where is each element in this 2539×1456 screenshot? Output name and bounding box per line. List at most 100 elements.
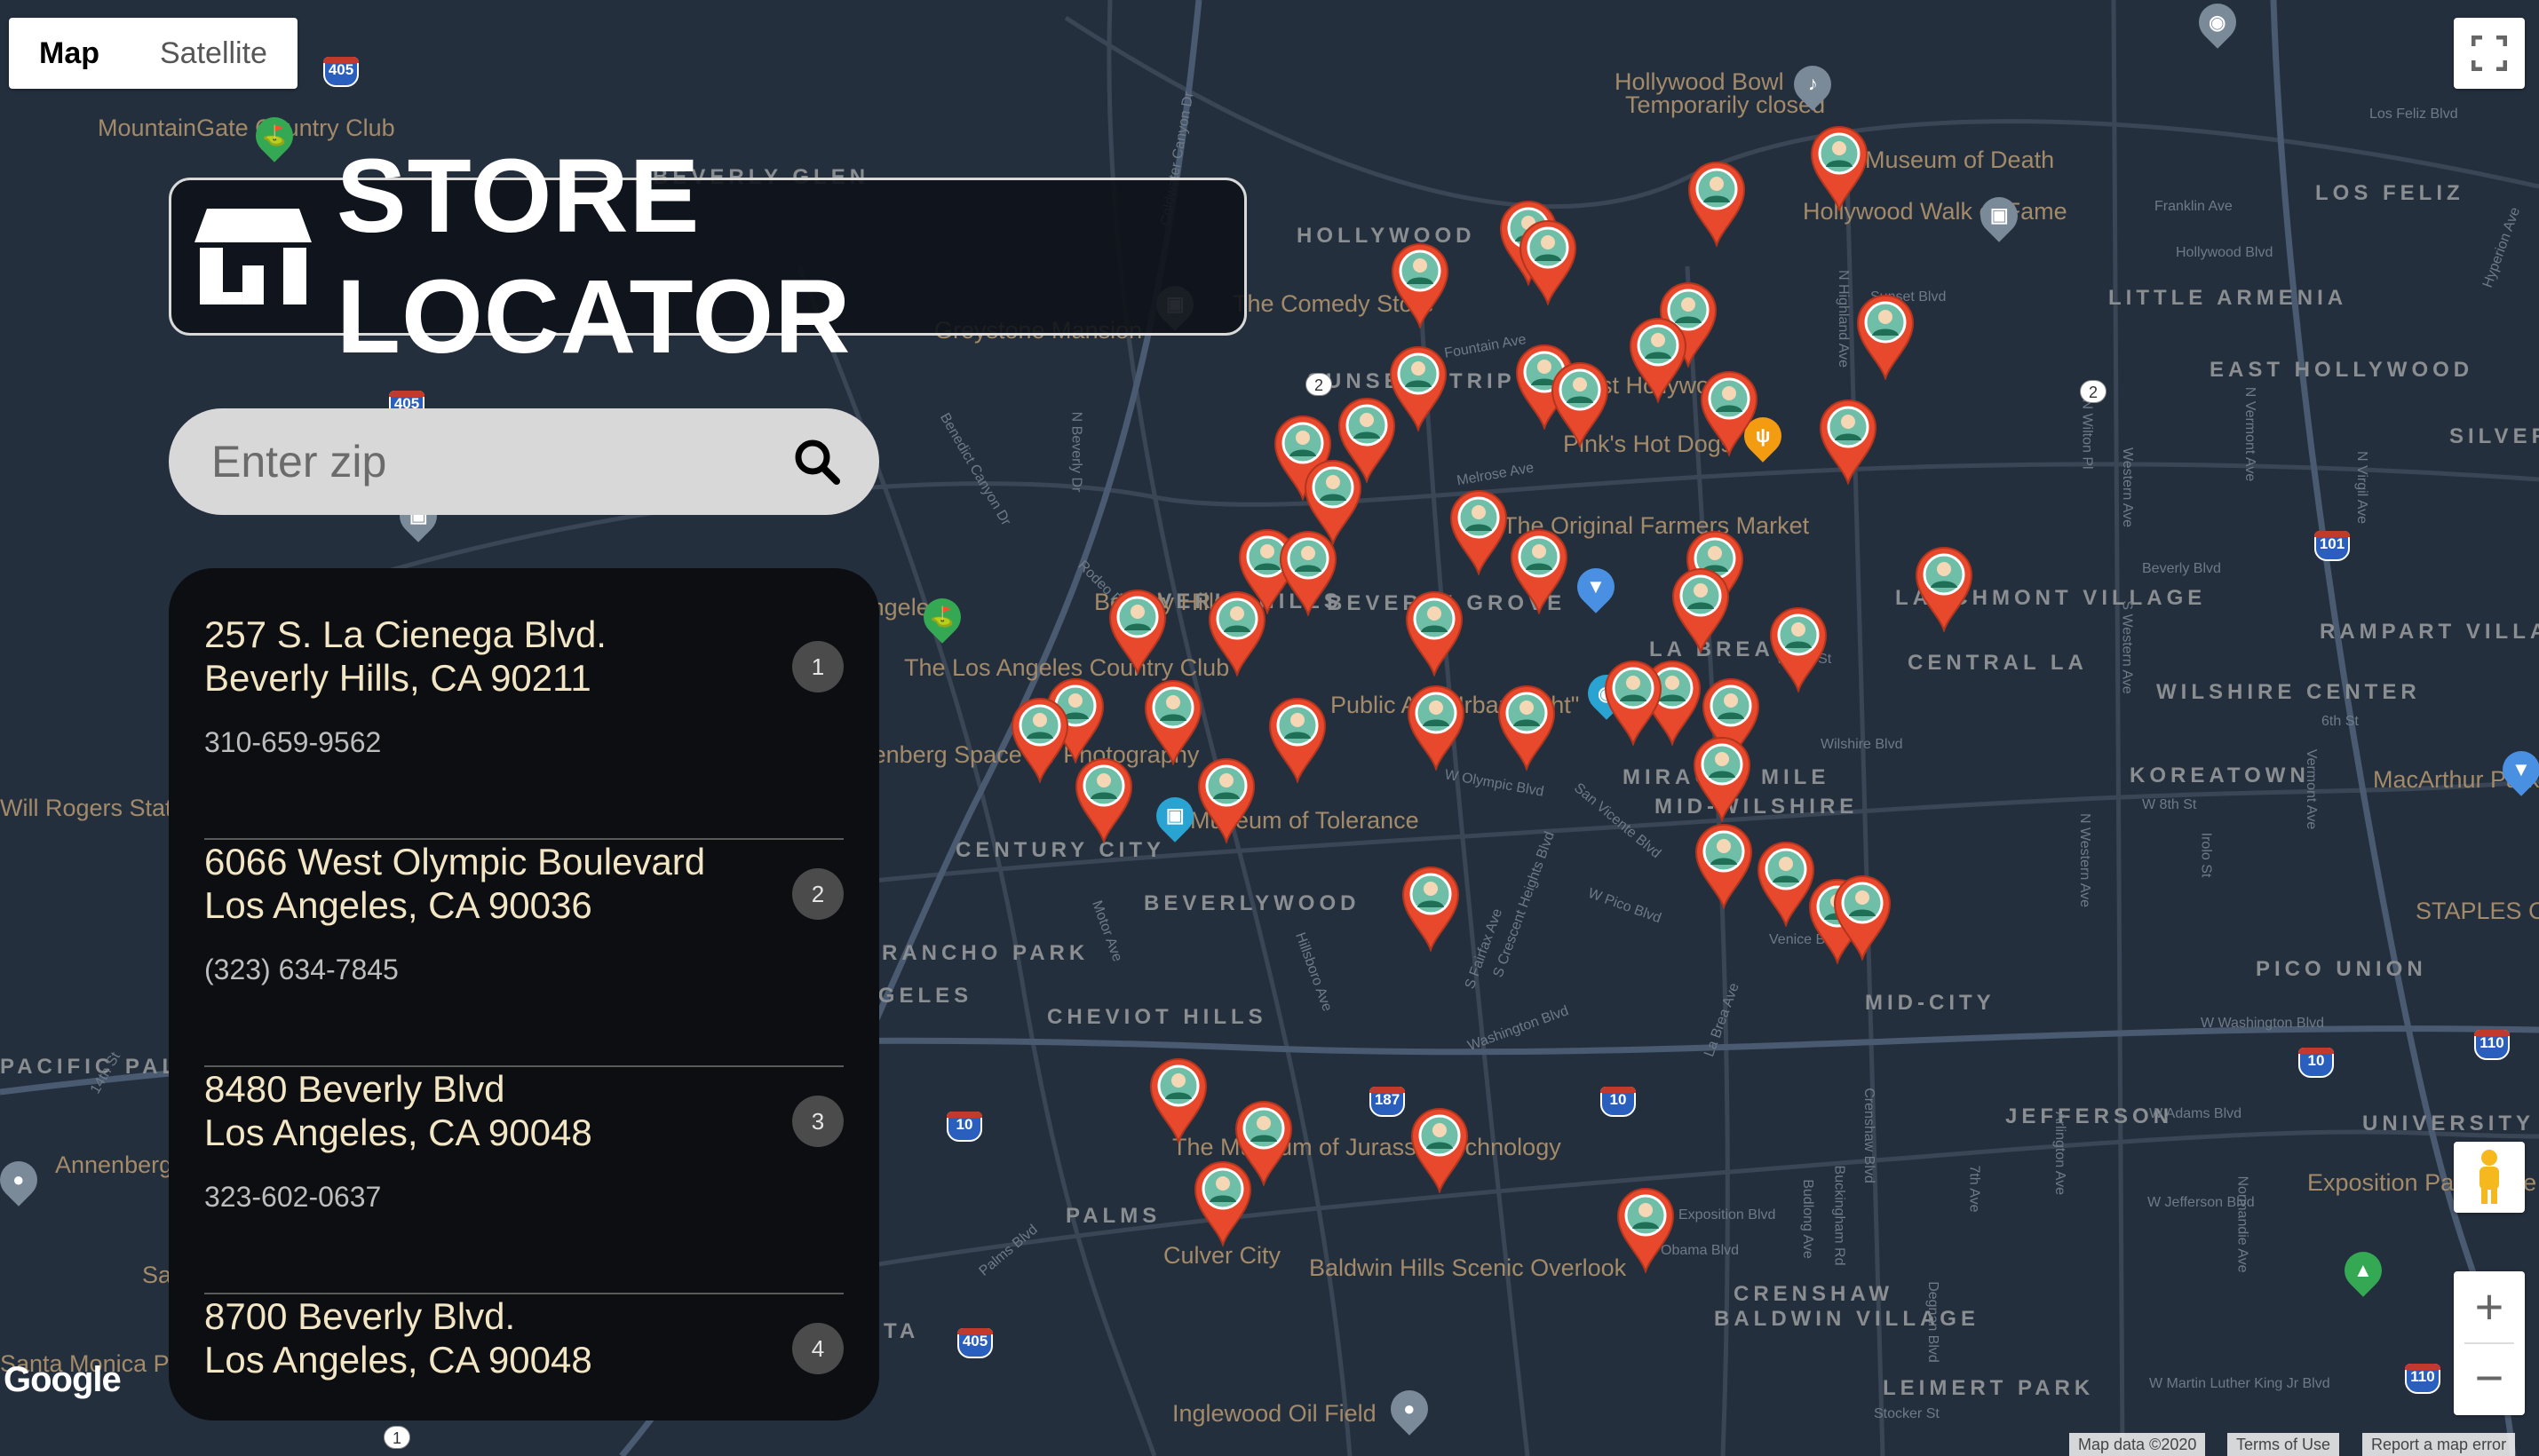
neighborhood-label: UNIVERSITY PARK (2362, 1112, 2539, 1136)
store-map-pin[interactable] (1854, 291, 1916, 380)
route-number-badge: 2 (2080, 380, 2107, 403)
street-label: Degnan Blvd (1924, 1281, 1940, 1363)
neighborhood-label: WILSHIRE CENTER (2156, 680, 2421, 704)
store-map-pin[interactable] (1767, 604, 1829, 692)
street-label: W 8th St (2142, 797, 2197, 812)
store-map-pin[interactable] (1615, 1184, 1677, 1273)
store-map-pin[interactable] (1686, 158, 1748, 247)
store-map-pin[interactable] (1408, 1104, 1471, 1193)
street-label: N Vermont Ave (2242, 386, 2258, 482)
zoom-in-button[interactable]: + (2475, 1271, 2504, 1342)
store-phone: 323-602-0637 (204, 1181, 382, 1213)
store-map-pin[interactable] (1517, 217, 1579, 305)
street-label: Exposition Blvd (1678, 1207, 1776, 1223)
store-address: 8480 Beverly Blvd Los Angeles, CA 90048 (204, 1068, 592, 1153)
zoom-out-button[interactable]: − (2475, 1344, 2504, 1415)
street-label: Hollywood Blvd (2176, 245, 2273, 260)
street-label: W Adams Blvd (2149, 1106, 2242, 1121)
store-map-pin[interactable] (1691, 733, 1753, 822)
store-map-pin[interactable] (1389, 240, 1451, 328)
street-label: N Highland Ave (1836, 270, 1851, 368)
google-logo: Google (4, 1360, 122, 1399)
fullscreen-icon (2472, 36, 2507, 71)
store-map-pin[interactable] (1405, 682, 1467, 771)
search-icon[interactable] (792, 437, 842, 487)
store-map-pin[interactable] (1831, 872, 1893, 961)
store-map-pin[interactable] (1142, 677, 1204, 765)
highway-shield: 110 (2474, 1030, 2510, 1060)
store-map-pin[interactable] (1817, 396, 1879, 485)
neighborhood-label: KOREATOWN (2130, 764, 2310, 787)
neighborhood-label: RANCHO PARK (882, 941, 1090, 965)
pegman-button[interactable] (2454, 1142, 2525, 1213)
store-map-pin[interactable] (1448, 487, 1510, 575)
street-label: Arlington Ave (2052, 1112, 2067, 1195)
store-phone: 310-659-9562 (204, 726, 382, 758)
store-map-pin[interactable] (1192, 1158, 1254, 1246)
neighborhood-label: CHEVIOT HILLS (1047, 1005, 1267, 1029)
store-map-pin[interactable] (1009, 694, 1071, 783)
report-map-error-link[interactable]: Report a map error (2362, 1433, 2516, 1456)
street-label: Crenshaw Blvd (1861, 1088, 1876, 1183)
store-map-pin[interactable] (1496, 682, 1558, 771)
store-address: 257 S. La Cienega Blvd. Beverly Hills, CA… (204, 613, 607, 699)
route-number-badge: 1 (384, 1426, 410, 1449)
place-label: The Museum of Jurassic Technology (1172, 1134, 1561, 1160)
store-map-pin[interactable] (1206, 588, 1268, 677)
store-map-pin[interactable] (1147, 1055, 1210, 1143)
highway-shield: 110 (2405, 1364, 2440, 1394)
store-map-pin[interactable] (1195, 755, 1258, 843)
store-map-pin[interactable] (1400, 863, 1462, 952)
zip-input[interactable] (210, 435, 746, 488)
fullscreen-button[interactable] (2454, 18, 2525, 89)
street-label: Vermont Ave (2304, 748, 2320, 830)
store-map-pin[interactable] (1073, 755, 1135, 843)
store-map-pin[interactable] (1403, 588, 1465, 677)
store-list-item[interactable]: 8480 Beverly Blvd Los Angeles, CA 90048 3… (204, 1067, 844, 1294)
street-label: 6th St (2321, 714, 2359, 729)
highway-shield: 10 (947, 1112, 982, 1142)
neighborhood-label: LOS FELIZ (2315, 181, 2464, 205)
store-map-pin[interactable] (1808, 123, 1870, 211)
neighborhood-label: MID-CITY (1865, 991, 1995, 1015)
store-map-pin[interactable] (1277, 527, 1339, 616)
store-list-item[interactable]: 257 S. La Cienega Blvd. Beverly Hills, CA… (204, 613, 844, 840)
store-map-pin[interactable] (1602, 657, 1664, 746)
place-label: Baldwin Hills Scenic Overlook (1309, 1254, 1627, 1281)
terms-of-use-link[interactable]: Terms of Use (2227, 1433, 2340, 1456)
store-map-pin[interactable] (1670, 565, 1732, 653)
place-label: Museum of Death (1865, 146, 2055, 173)
store-list[interactable]: 257 S. La Cienega Blvd. Beverly Hills, CA… (204, 613, 844, 1407)
street-label: Stocker St (1874, 1406, 1940, 1421)
street-label: W Martin Luther King Jr Blvd (2149, 1376, 2330, 1391)
store-locator-header: STORE LOCATOR (169, 138, 1247, 376)
store-map-pin[interactable] (1698, 368, 1760, 456)
highway-shield: 405 (323, 57, 359, 87)
street-label: W Washington Blvd (2201, 1016, 2325, 1031)
map-type-satellite-button[interactable]: Satellite (130, 18, 298, 89)
store-map-pin[interactable] (1107, 586, 1169, 675)
place-label: Inglewood Oil Field (1172, 1400, 1377, 1427)
map-data-attribution: Map data ©2020 (2069, 1433, 2206, 1456)
neighborhood-label: CENTRAL LA (1908, 651, 2088, 675)
highway-shield: 187 (1369, 1087, 1405, 1117)
store-map-pin[interactable] (1266, 694, 1329, 783)
store-list-item[interactable]: 8700 Beverly Blvd. Los Angeles, CA 90048 … (204, 1294, 844, 1407)
place-label: Culver City (1163, 1242, 1281, 1269)
zip-search-bar (169, 408, 879, 515)
street-label: Irolo St (2198, 832, 2214, 878)
store-map-pin[interactable] (1913, 543, 1975, 632)
store-map-pin[interactable] (1693, 820, 1755, 909)
store-map-pin[interactable] (1508, 526, 1570, 614)
store-address: 6066 West Olympic Boulevard Los Angeles, … (204, 841, 706, 926)
store-number-badge: 4 (792, 1323, 844, 1374)
store-map-pin[interactable] (1627, 314, 1689, 403)
map-type-map-button[interactable]: Map (9, 18, 130, 89)
street-label: N Wilton Pl (2079, 399, 2095, 470)
store-map-pin[interactable] (1549, 359, 1611, 447)
neighborhood-label: PICO UNION (2256, 957, 2427, 981)
store-phone: (323) 634-7845 (204, 954, 399, 985)
store-list-item[interactable]: 6066 West Olympic Boulevard Los Angeles, … (204, 840, 844, 1067)
street-label: Beverly Blvd (2142, 561, 2221, 576)
neighborhood-label: SILVER (2449, 424, 2539, 448)
